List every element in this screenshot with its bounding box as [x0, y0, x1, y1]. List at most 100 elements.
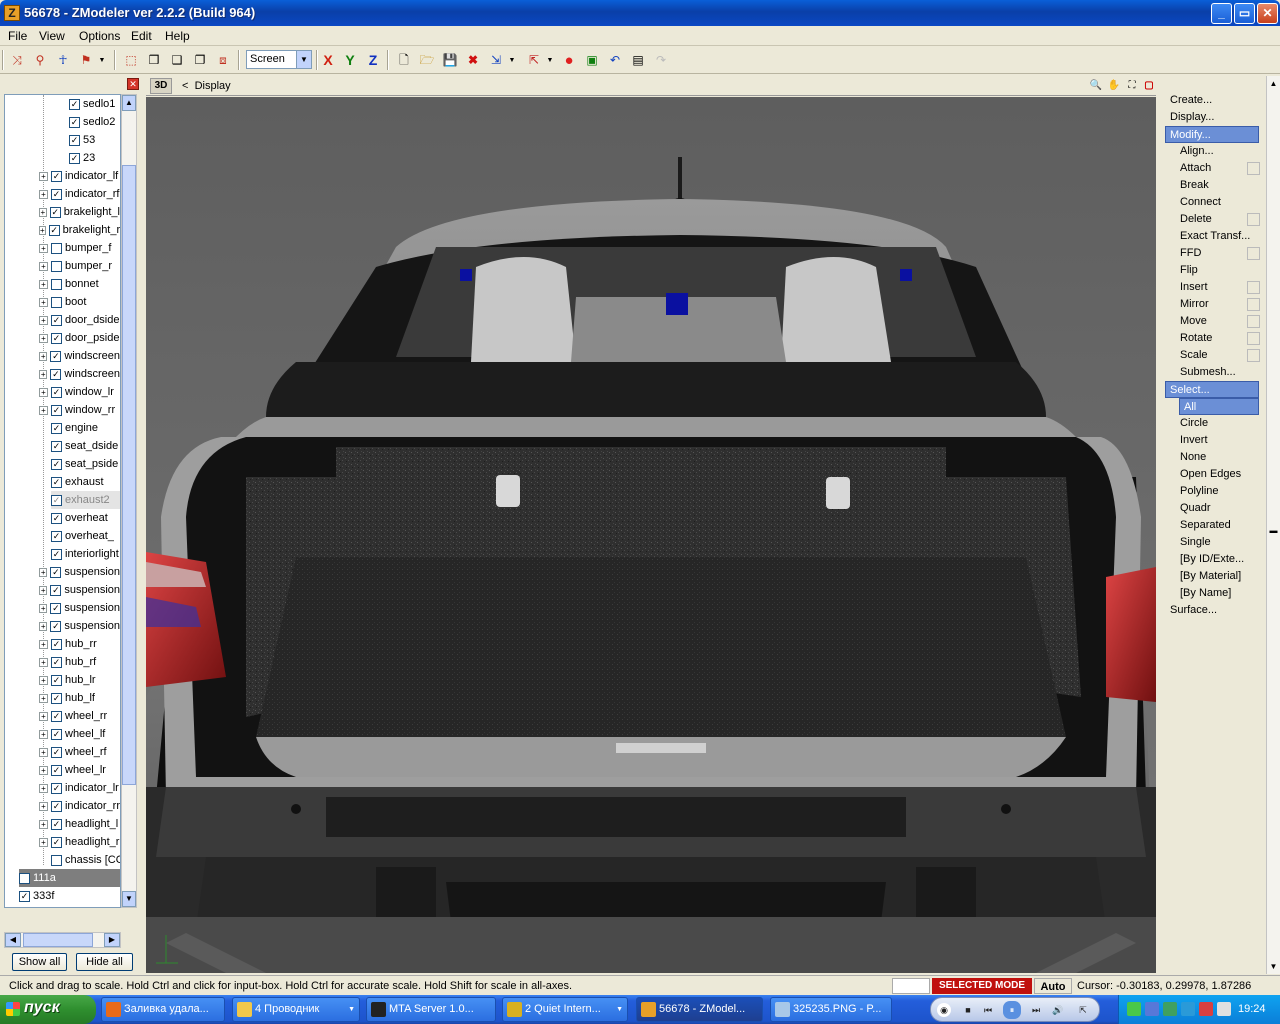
axis-z-button[interactable]: Z: [364, 51, 382, 69]
tree-item[interactable]: + boot: [39, 293, 120, 311]
expand-plus-icon[interactable]: +: [39, 657, 48, 667]
coordinate-space-select[interactable]: Screen ▼: [246, 50, 312, 69]
expand-plus-icon[interactable]: +: [39, 783, 48, 793]
visibility-checkbox[interactable]: [51, 854, 62, 866]
expand-plus-icon[interactable]: +: [39, 621, 48, 631]
command-all[interactable]: All: [1179, 398, 1259, 415]
tree-item[interactable]: + ✓ suspension: [39, 563, 120, 581]
expand-plus-icon[interactable]: +: [39, 279, 48, 289]
expand-plus-icon[interactable]: +: [39, 189, 48, 199]
media-menu-icon[interactable]: ◉: [937, 1003, 951, 1017]
tray-monitor-icon[interactable]: [1145, 1002, 1159, 1016]
visibility-checkbox[interactable]: ✓: [50, 350, 62, 362]
cube-face-icon[interactable]: ❐: [191, 51, 209, 69]
expand-plus-icon[interactable]: +: [39, 315, 48, 325]
expand-plus-icon[interactable]: +: [39, 567, 48, 577]
scroll-up-icon[interactable]: ▲: [1267, 76, 1280, 91]
select-mode-icon[interactable]: ⚑: [77, 51, 95, 69]
expand-plus-icon[interactable]: +: [39, 585, 48, 595]
fit-view-icon[interactable]: ⛶: [1125, 79, 1139, 93]
tree-item[interactable]: ✓ exhaust: [51, 473, 120, 491]
tree-item[interactable]: ✓ 23: [69, 149, 120, 167]
visibility-checkbox[interactable]: [51, 242, 62, 254]
visibility-checkbox[interactable]: ✓: [48, 224, 60, 236]
scroll-down-icon[interactable]: ▼: [122, 891, 136, 907]
tree-item[interactable]: ✓ engine: [51, 419, 120, 437]
tree-item[interactable]: + ✓ headlight_l: [39, 815, 120, 833]
visibility-checkbox[interactable]: ✓: [51, 494, 62, 506]
tree-item[interactable]: ✓ 333f: [19, 887, 120, 905]
selected-mode-badge[interactable]: SELECTED MODE: [932, 978, 1032, 994]
redo-icon[interactable]: ↷: [652, 51, 670, 69]
taskbar-task[interactable]: 2 Quiet Intern... ▼: [502, 997, 628, 1022]
tray-network-icon[interactable]: [1127, 1002, 1141, 1016]
tree-item[interactable]: + ✓ window_lr: [39, 383, 120, 401]
tree-item[interactable]: + ✓ headlight_r: [39, 833, 120, 851]
visibility-checkbox[interactable]: [51, 278, 62, 290]
visibility-checkbox[interactable]: ✓: [51, 440, 62, 452]
restore-player-icon[interactable]: ⇱: [1076, 1003, 1090, 1017]
visibility-checkbox[interactable]: ✓: [51, 674, 62, 686]
menu-options[interactable]: Options: [79, 29, 120, 43]
tray-antivirus-icon[interactable]: [1199, 1002, 1213, 1016]
command-option-checkbox[interactable]: [1247, 332, 1260, 345]
command-option-checkbox[interactable]: [1247, 213, 1260, 226]
visibility-checkbox[interactable]: ✓: [51, 458, 62, 470]
tree-item[interactable]: + ✓ wheel_rf: [39, 743, 120, 761]
expand-plus-icon[interactable]: +: [39, 333, 48, 343]
command-break[interactable]: Break: [1179, 177, 1259, 194]
expand-plus-icon[interactable]: +: [39, 405, 48, 415]
command-none[interactable]: None: [1179, 449, 1259, 466]
visibility-checkbox[interactable]: ✓: [51, 512, 62, 524]
visibility-checkbox[interactable]: ✓: [69, 116, 80, 128]
visibility-checkbox[interactable]: ✓: [19, 890, 30, 902]
volume-icon[interactable]: 🔊: [1051, 1003, 1065, 1017]
tree-item[interactable]: + ✓ door_dside: [39, 311, 120, 329]
menu-file[interactable]: File: [8, 29, 27, 43]
tree-item[interactable]: + ✓ windscreen: [39, 347, 120, 365]
tree-item[interactable]: + ✓ windscreen: [39, 365, 120, 383]
visibility-checkbox[interactable]: ✓: [50, 602, 62, 614]
visibility-checkbox[interactable]: ✓: [50, 368, 62, 380]
visibility-checkbox[interactable]: [51, 296, 62, 308]
command-submesh[interactable]: Submesh...: [1179, 364, 1259, 381]
expand-plus-icon[interactable]: +: [39, 171, 48, 181]
expand-plus-icon[interactable]: +: [39, 603, 48, 613]
menu-view[interactable]: View: [39, 29, 65, 43]
tree-item[interactable]: + ✓ indicator_lr: [39, 779, 120, 797]
command-align[interactable]: Align...: [1179, 143, 1259, 160]
expand-plus-icon[interactable]: +: [39, 747, 48, 757]
visibility-checkbox[interactable]: ✓: [51, 656, 62, 668]
tree-item[interactable]: + ✓ wheel_lf: [39, 725, 120, 743]
visibility-checkbox[interactable]: ✓: [69, 134, 80, 146]
taskbar-task[interactable]: 56678 - ZModel...: [636, 997, 763, 1022]
expand-plus-icon[interactable]: +: [39, 243, 48, 253]
expand-plus-icon[interactable]: +: [39, 297, 48, 307]
select-vertex-icon[interactable]: ⚲: [31, 51, 49, 69]
hide-all-button[interactable]: Hide all: [76, 953, 133, 971]
visibility-checkbox[interactable]: ✓: [51, 404, 62, 416]
visibility-checkbox[interactable]: ✓: [69, 98, 80, 110]
tree-vertical-scrollbar[interactable]: ▲ ▼: [121, 94, 137, 908]
visibility-checkbox[interactable]: ✓: [50, 566, 62, 578]
zmodeler-app-icon[interactable]: Z: [4, 5, 20, 21]
visibility-checkbox[interactable]: ✓: [50, 584, 62, 596]
visibility-checkbox[interactable]: ✓: [51, 692, 62, 704]
visibility-checkbox[interactable]: ✓: [51, 530, 62, 542]
export-dropdown-icon[interactable]: ▼: [545, 51, 555, 69]
close-button[interactable]: ✕: [1257, 3, 1278, 24]
next-icon[interactable]: ⏭: [1029, 1003, 1043, 1017]
task-group-dropdown-icon[interactable]: ▼: [616, 998, 623, 1021]
expand-plus-icon[interactable]: +: [39, 819, 48, 829]
import-dropdown-icon[interactable]: ▼: [507, 51, 517, 69]
tray-sound-icon[interactable]: [1217, 1002, 1231, 1016]
command-option-checkbox[interactable]: [1247, 349, 1260, 362]
save-icon[interactable]: 💾: [441, 51, 459, 69]
pause-icon[interactable]: ⏸: [1003, 1001, 1021, 1019]
open-folder-icon[interactable]: 🗁: [418, 51, 436, 69]
command-option-checkbox[interactable]: [1247, 315, 1260, 328]
expand-plus-icon[interactable]: +: [39, 675, 48, 685]
vertex-mode-icon[interactable]: ⬚: [122, 51, 140, 69]
render-icon[interactable]: ▣: [583, 51, 601, 69]
command-polyline[interactable]: Polyline: [1179, 483, 1259, 500]
